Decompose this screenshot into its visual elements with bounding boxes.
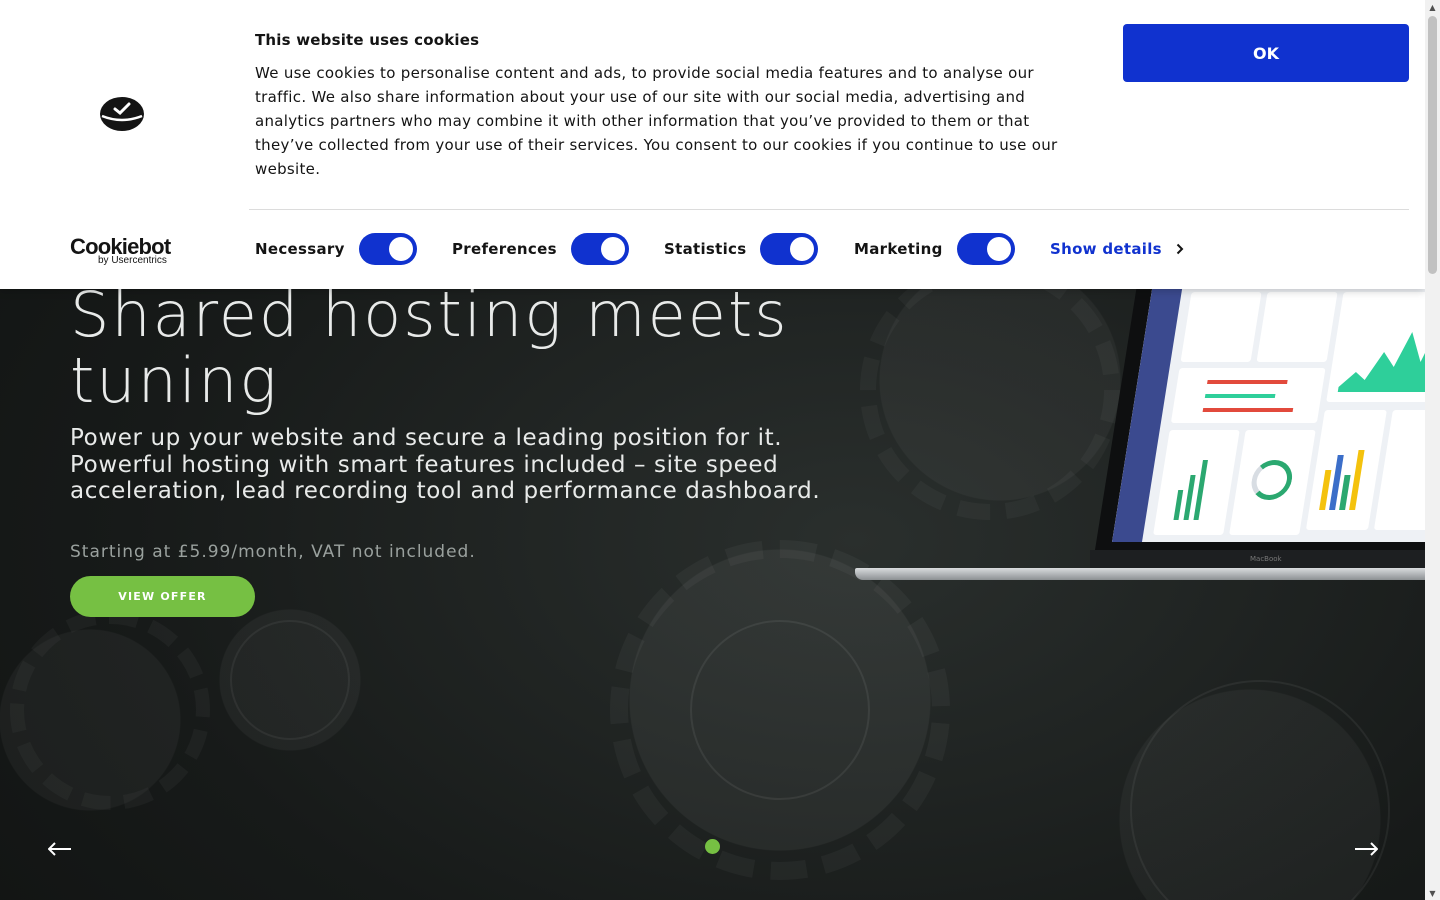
chevron-right-icon [1176, 243, 1184, 255]
toggle-necessary: Necessary [255, 232, 417, 266]
divider [249, 209, 1409, 210]
cookiebot-logo-icon [98, 94, 146, 134]
scroll-thumb[interactable] [1428, 16, 1437, 274]
scroll-down-icon[interactable]: ▼ [1425, 886, 1440, 900]
view-offer-button[interactable]: VIEW OFFER [70, 576, 255, 617]
toggle-label: Marketing [854, 240, 943, 258]
toggle-label: Preferences [452, 240, 557, 258]
cookiebot-brand: Cookiebot by Usercentrics [70, 234, 174, 266]
laptop-brand-label: MacBook [1250, 555, 1282, 563]
scroll-up-icon[interactable]: ▲ [1425, 0, 1440, 14]
hero-title: Shared hosting meets tuning [70, 278, 789, 417]
page-scrollbar[interactable]: ▲ ▼ [1425, 0, 1440, 900]
ok-button[interactable]: OK [1123, 24, 1409, 82]
cookie-banner-title: This website uses cookies [255, 31, 480, 49]
laptop-dashboard-image: MacBook [850, 250, 1425, 590]
necessary-switch[interactable] [358, 233, 417, 265]
engine-gear-decoration [690, 620, 870, 800]
toggle-label: Necessary [255, 240, 345, 258]
arrow-right-icon[interactable] [1351, 836, 1381, 862]
hero-description: Power up your website and secure a leadi… [70, 425, 821, 504]
engine-gear-decoration [230, 620, 350, 740]
cookiebot-brand-sub: by Usercentrics [98, 255, 167, 266]
toggle-statistics: Statistics [664, 232, 819, 266]
engine-gear-decoration [1130, 680, 1390, 900]
preferences-switch[interactable] [570, 233, 629, 265]
hero-price: Starting at £5.99/month, VAT not include… [70, 542, 476, 562]
cookie-banner-text: We use cookies to personalise content an… [255, 64, 1058, 178]
engine-gear-decoration [10, 610, 210, 810]
arrow-left-icon[interactable] [45, 836, 75, 862]
toggle-marketing: Marketing [854, 232, 1015, 266]
cookie-consent-banner: This website uses cookies We use cookies… [0, 0, 1425, 289]
statistics-switch[interactable] [760, 233, 819, 265]
marketing-switch[interactable] [956, 233, 1015, 265]
show-details-link[interactable]: Show details [1050, 238, 1184, 260]
toggle-preferences: Preferences [452, 232, 629, 266]
show-details-label: Show details [1050, 240, 1162, 258]
toggle-label: Statistics [664, 240, 747, 258]
carousel-dot[interactable] [705, 839, 720, 854]
